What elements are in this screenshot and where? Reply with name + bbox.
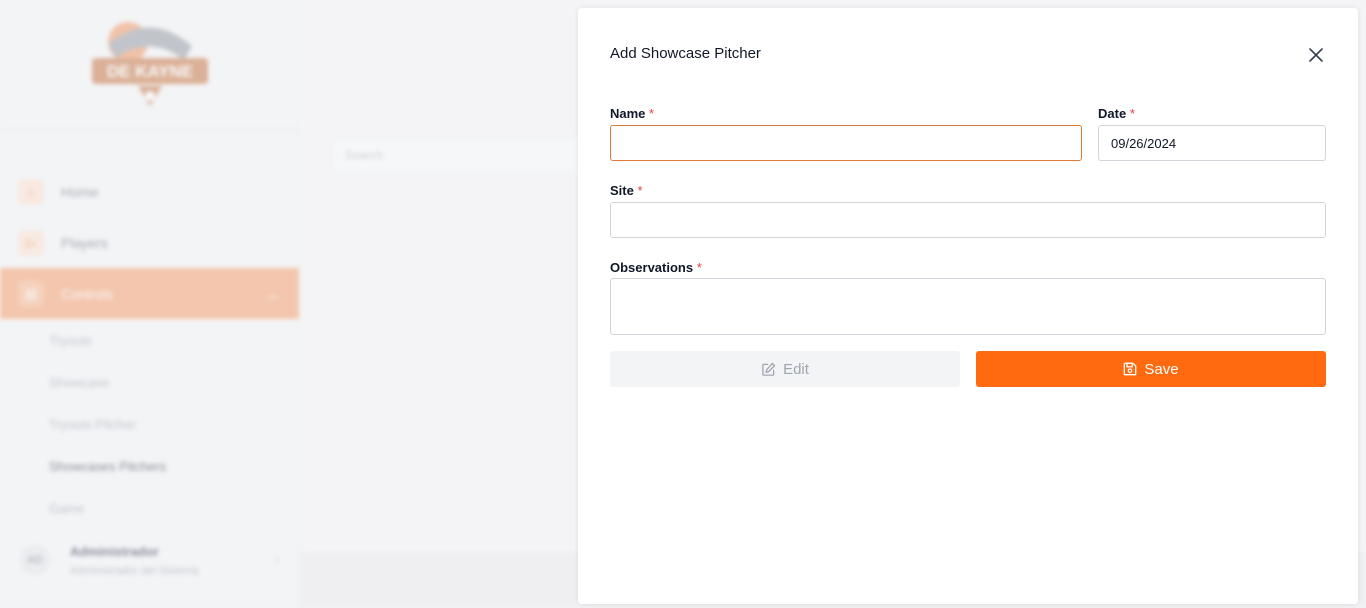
subnav-item-showcase[interactable]: Showcase (49, 361, 299, 403)
edit-button-label: Edit (783, 360, 809, 378)
edit-button[interactable]: Edit (610, 351, 960, 387)
required-marker: * (649, 106, 655, 121)
name-input[interactable] (610, 125, 1082, 161)
site-label-text: Site (610, 183, 634, 198)
user-menu[interactable]: AD Administrador Administrador del Siste… (0, 530, 299, 590)
site-label: Site * (610, 183, 643, 198)
sidebar-item-controls[interactable]: ▤ Controls ︿ (0, 268, 299, 319)
floppy-disk-icon (1123, 362, 1137, 376)
sidebar-subnav: Tryouts Showcase Tryouts Pitcher Showcas… (0, 319, 299, 529)
name-label: Name * (610, 106, 654, 121)
observations-label: Observations * (610, 260, 702, 275)
site-input[interactable] (610, 202, 1326, 238)
sidebar-item-label: Players (61, 234, 108, 251)
date-label: Date * (1098, 106, 1135, 121)
name-label-text: Name (610, 106, 646, 121)
play-icon: ▷ (18, 229, 44, 256)
edit-icon (761, 362, 776, 377)
sidebar-item-home[interactable]: ⌂ Home (0, 166, 299, 217)
sidebar-item-label: Home (61, 183, 99, 200)
required-marker: * (637, 183, 643, 198)
subnav-item-tryouts[interactable]: Tryouts (49, 319, 299, 361)
sidebar-nav: ⌂ Home ▷ Players ▤ Controls ︿ Tryouts Sh… (0, 166, 299, 529)
logo-text: DE KAYNE (107, 62, 193, 81)
home-icon: ⌂ (18, 178, 44, 205)
close-button[interactable] (1305, 44, 1327, 66)
search-input[interactable]: Search (332, 137, 592, 173)
observations-label-text: Observations (610, 260, 694, 275)
subnav-item-tryouts-pitcher[interactable]: Tryouts Pitcher (49, 403, 299, 445)
observations-textarea[interactable] (610, 278, 1326, 335)
subnav-item-game[interactable]: Game (49, 487, 299, 529)
avatar: AD (20, 545, 50, 575)
required-marker: * (1129, 106, 1135, 121)
save-button[interactable]: Save (976, 351, 1326, 387)
logo-area: DE KAYNE (0, 0, 298, 130)
sidebar-item-players[interactable]: ▷ Players (0, 217, 299, 268)
required-marker: * (696, 260, 702, 275)
date-input[interactable] (1098, 125, 1326, 161)
add-showcase-pitcher-modal: Add Showcase Pitcher Name * Date * Site … (578, 8, 1358, 604)
chevron-up-icon: ︿ (266, 287, 279, 301)
logo: DE KAYNE (92, 22, 208, 106)
modal-title: Add Showcase Pitcher (610, 45, 761, 62)
clipboard-icon: ▤ (18, 280, 44, 307)
subnav-item-showcases-pitchers[interactable]: Showcases Pitchers (49, 445, 299, 487)
sidebar-item-label: Controls (61, 285, 114, 302)
user-name: Administrador (70, 543, 159, 559)
user-info: Administrador Administrador del Sistema (70, 544, 198, 577)
save-button-label: Save (1144, 360, 1179, 378)
chevron-right-icon: › (275, 553, 279, 567)
sidebar: DE KAYNE ⌂ Home ▷ Players ▤ Controls ︿ T… (0, 0, 299, 608)
close-icon (1309, 48, 1323, 62)
user-role: Administrador del Sistema (70, 564, 199, 577)
date-label-text: Date (1098, 106, 1127, 121)
